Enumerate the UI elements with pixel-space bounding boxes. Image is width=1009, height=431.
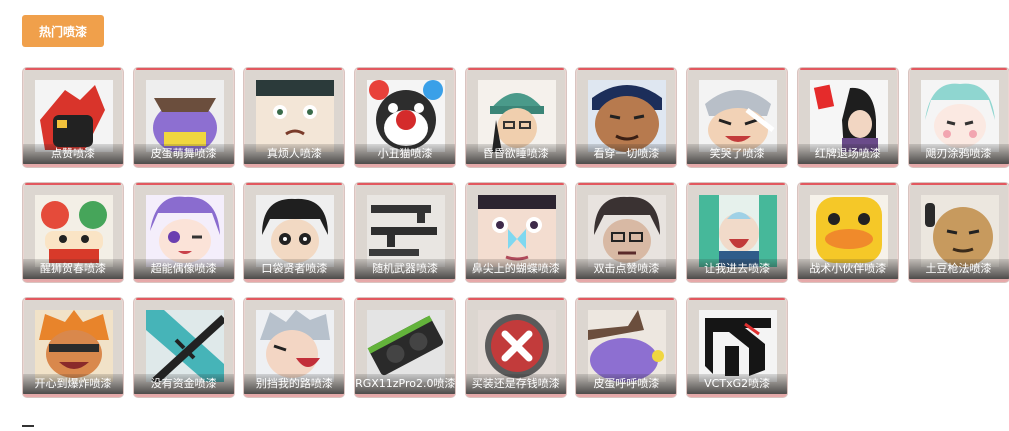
sleepy-beanie-girl-icon (478, 80, 556, 152)
spray-label: 醒狮贺春喷漆 (23, 259, 123, 279)
spray-label: 红牌退场喷漆 (798, 144, 898, 164)
spray-label: 土豆枪法喷漆 (909, 259, 1009, 279)
spray-label: 让我进去喷漆 (687, 259, 787, 279)
thumbs-up-glove-icon (35, 80, 113, 152)
next-section-heading (22, 421, 62, 431)
spray-label: 皮蛋呼呼喷漆 (576, 374, 676, 394)
spray-label: 看穿一切喷漆 (576, 144, 676, 164)
spray-label: 超能偶像喷漆 (134, 259, 234, 279)
spray-card[interactable]: 鼻尖上的蝴蝶喷漆 (465, 182, 567, 283)
spray-card[interactable]: 战术小伙伴喷漆 (797, 182, 899, 283)
spray-label: 别挡我的路喷漆 (244, 374, 344, 394)
spray-card[interactable]: 看穿一切喷漆 (575, 67, 677, 168)
spray-card[interactable]: 土豆枪法喷漆 (908, 182, 1009, 283)
spray-card[interactable]: 开心到爆炸喷漆 (22, 297, 124, 398)
red-x-icon (478, 310, 556, 382)
spray-card[interactable]: 红牌退场喷漆 (797, 67, 899, 168)
no-funds-icon (146, 310, 224, 382)
purple-critter-hat-icon (146, 80, 224, 152)
teal-hair-doodle-icon (921, 80, 999, 152)
spray-grid: 点赞喷漆皮蛋萌舞喷漆真烦人喷漆小丑猫喷漆昏昏欲睡喷漆看穿一切喷漆笑哭了喷漆红牌退… (22, 67, 1009, 398)
spray-card[interactable]: 让我进去喷漆 (686, 182, 788, 283)
spray-card[interactable]: 别挡我的路喷漆 (243, 297, 345, 398)
spray-card[interactable]: RGX11zPro2.0喷漆 (354, 297, 456, 398)
spray-card[interactable]: 小丑猫喷漆 (354, 67, 456, 168)
spray-label: 鼻尖上的蝴蝶喷漆 (466, 259, 566, 279)
lion-dance-icon (35, 195, 113, 267)
butterfly-nose-icon (478, 195, 556, 267)
duck-icon (810, 195, 888, 267)
spray-label: 双击点赞喷漆 (576, 259, 676, 279)
spray-label: 随机武器喷漆 (355, 259, 455, 279)
clown-cat-icon (367, 80, 445, 152)
shouting-icon (256, 310, 334, 382)
spray-card[interactable]: 买装还是存钱喷漆 (465, 297, 567, 398)
hot-sprays-tab[interactable]: 热门喷漆 (22, 15, 104, 47)
spray-card[interactable]: 口袋贤者喷漆 (243, 182, 345, 283)
sleeping-critter-icon (588, 310, 666, 382)
idol-wink-icon (146, 195, 224, 267)
rgx-gpu-icon (367, 310, 445, 382)
spray-label: RGX11zPro2.0喷漆 (355, 374, 455, 394)
spray-label: 战术小伙伴喷漆 (798, 259, 898, 279)
spray-label: 小丑猫喷漆 (355, 144, 455, 164)
spray-card[interactable]: 双击点赞喷漆 (575, 182, 677, 283)
annoyed-face-icon (256, 80, 334, 152)
spray-label: 真烦人喷漆 (244, 144, 344, 164)
spray-card[interactable]: 超能偶像喷漆 (133, 182, 235, 283)
spray-card[interactable]: 醒狮贺春喷漆 (22, 182, 124, 283)
random-weapons-icon (367, 195, 445, 267)
spray-label: 昏昏欲睡喷漆 (466, 144, 566, 164)
spray-card[interactable]: 皮蛋萌舞喷漆 (133, 67, 235, 168)
spray-label: 皮蛋萌舞喷漆 (134, 144, 234, 164)
spray-label: 开心到爆炸喷漆 (23, 374, 123, 394)
red-card-icon (810, 80, 888, 152)
spray-label: 没有资金喷漆 (134, 374, 234, 394)
spray-label: 买装还是存钱喷漆 (466, 374, 566, 394)
spray-card[interactable]: 飓刃涂鸦喷漆 (908, 67, 1009, 168)
spray-card[interactable]: 笑哭了喷漆 (686, 67, 788, 168)
spray-card[interactable]: 点赞喷漆 (22, 67, 124, 168)
g2-logo-icon (699, 310, 777, 382)
spray-label: 点赞喷漆 (23, 144, 123, 164)
happy-explode-icon (35, 310, 113, 382)
spray-card[interactable]: VCTxG2喷漆 (686, 297, 788, 398)
spray-label: 笑哭了喷漆 (687, 144, 787, 164)
spray-card[interactable]: 真烦人喷漆 (243, 67, 345, 168)
double-tap-icon (588, 195, 666, 267)
laughing-tears-icon (699, 80, 777, 152)
spray-label: VCTxG2喷漆 (687, 374, 787, 394)
potato-icon (921, 195, 999, 267)
spray-label: 口袋贤者喷漆 (244, 259, 344, 279)
spray-card[interactable]: 随机武器喷漆 (354, 182, 456, 283)
let-me-in-icon (699, 195, 777, 267)
pocket-sage-icon (256, 195, 334, 267)
spray-label: 飓刃涂鸦喷漆 (909, 144, 1009, 164)
spray-card[interactable]: 皮蛋呼呼喷漆 (575, 297, 677, 398)
knowing-face-icon (588, 80, 666, 152)
spray-card[interactable]: 昏昏欲睡喷漆 (465, 67, 567, 168)
spray-card[interactable]: 没有资金喷漆 (133, 297, 235, 398)
